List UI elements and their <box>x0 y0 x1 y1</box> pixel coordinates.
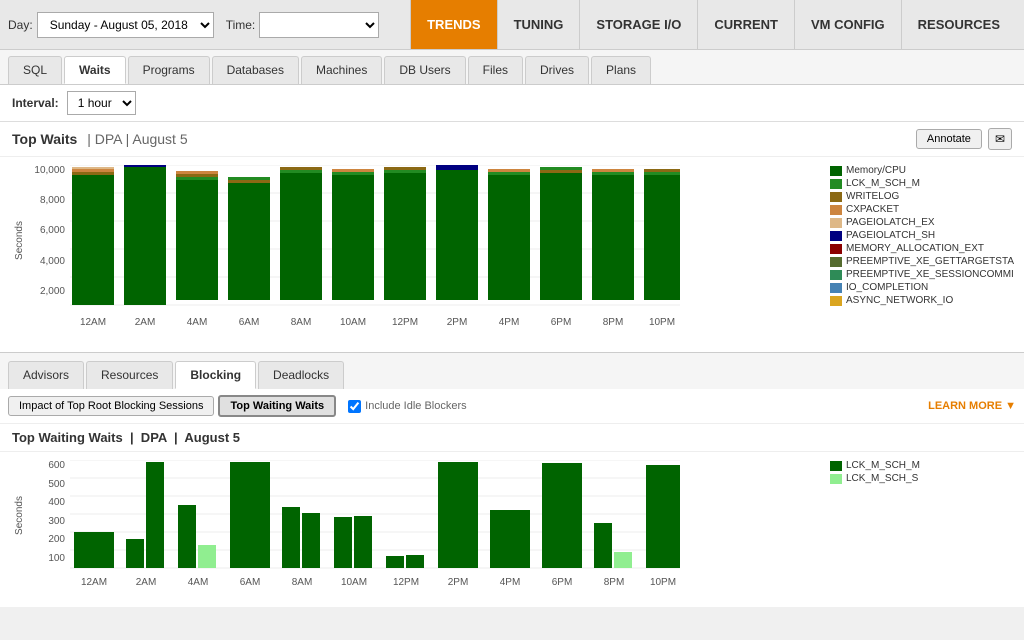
bottom-chart-bars: 12AM 2AM 4AM 6AM 8AM 10AM 12PM 2PM 4PM 6… <box>70 460 822 608</box>
tab-resources[interactable]: Resources <box>86 361 173 389</box>
top-chart-header: Top Waits | DPA | August 5 Annotate ✉ <box>0 122 1024 157</box>
interval-select[interactable]: 1 hour <box>67 91 136 115</box>
bottom-chart-svg: 12AM 2AM 4AM 6AM 8AM 10AM 12PM 2PM 4PM 6… <box>70 460 680 605</box>
svg-text:6AM: 6AM <box>239 317 260 328</box>
subtab-databases[interactable]: Databases <box>212 56 299 84</box>
bottom-chart-title: Top Waiting Waits | DPA | August 5 <box>12 430 240 445</box>
bottom-legend-lck-m-sch-m: LCK_M_SCH_M <box>830 460 1012 471</box>
svg-text:8AM: 8AM <box>291 317 312 328</box>
legend-item-pageiolatch-ex: PAGEIOLATCH_EX <box>830 217 1012 228</box>
subtab-waits[interactable]: Waits <box>64 56 126 84</box>
tab-deadlocks[interactable]: Deadlocks <box>258 361 344 389</box>
svg-text:8AM: 8AM <box>292 577 313 588</box>
svg-text:10PM: 10PM <box>650 577 676 588</box>
subtab-files[interactable]: Files <box>468 56 523 84</box>
legend-item-preemptive-xe-get: PREEMPTIVE_XE_GETTARGETSTA <box>830 256 1012 267</box>
svg-text:12AM: 12AM <box>81 577 107 588</box>
bottom-y-axis-ticks: 600 500 400 300 200 100 <box>30 460 68 571</box>
subtab-sql[interactable]: SQL <box>8 56 62 84</box>
legend-item-writelog: WRITELOG <box>830 191 1012 202</box>
top-chart-bars: 12AM 2AM 4AM 6AM 8AM 10AM 12PM 2PM 4PM 6… <box>70 165 822 338</box>
svg-text:10AM: 10AM <box>341 577 367 588</box>
email-button[interactable]: ✉ <box>988 128 1012 150</box>
top-chart-title: Top Waits | DPA | August 5 <box>12 131 194 147</box>
bottom-chart-area: Seconds 600 500 400 300 200 100 <box>12 460 822 599</box>
legend-item-memory-alloc: MEMORY_ALLOCATION_EXT <box>830 243 1012 254</box>
bottom-legend-lck-m-sch-s: LCK_M_SCH_S <box>830 473 1012 484</box>
svg-text:12PM: 12PM <box>392 317 418 328</box>
sub-tabs-bar: SQL Waits Programs Databases Machines DB… <box>0 50 1024 85</box>
svg-text:6PM: 6PM <box>551 317 572 328</box>
top-chart-svg: 12AM 2AM 4AM 6AM 8AM 10AM 12PM 2PM 4PM 6… <box>70 165 680 335</box>
subtab-db-users[interactable]: DB Users <box>384 56 465 84</box>
legend-item-memory-cpu: Memory/CPU <box>830 165 1012 176</box>
include-idle-checkbox-row: Include Idle Blockers <box>348 400 467 413</box>
svg-text:10AM: 10AM <box>340 317 366 328</box>
svg-text:4PM: 4PM <box>500 577 521 588</box>
top-navigation: Day: Sunday - August 05, 2018 Time: TREN… <box>0 0 1024 50</box>
svg-text:12AM: 12AM <box>80 317 106 328</box>
tab-tuning[interactable]: TUNING <box>497 0 580 49</box>
interval-row: Interval: 1 hour <box>0 85 1024 122</box>
svg-text:8PM: 8PM <box>604 577 625 588</box>
tab-trends[interactable]: TRENDS <box>410 0 496 49</box>
main-content: Interval: 1 hour Top Waits | DPA | Augus… <box>0 85 1024 607</box>
subtab-drives[interactable]: Drives <box>525 56 589 84</box>
top-chart-legend: Memory/CPU LCK_M_SCH_M WRITELOG CXPACKET… <box>822 165 1012 344</box>
annotate-button[interactable]: Annotate <box>916 129 982 149</box>
svg-text:6AM: 6AM <box>240 577 261 588</box>
tab-resources[interactable]: RESOURCES <box>901 0 1016 49</box>
bottom-y-axis-label: Seconds <box>14 496 25 535</box>
svg-text:10PM: 10PM <box>649 317 675 328</box>
legend-item-preemptive-xe-sess: PREEMPTIVE_XE_SESSIONCOMMI <box>830 269 1012 280</box>
svg-text:2AM: 2AM <box>136 577 157 588</box>
svg-text:6PM: 6PM <box>552 577 573 588</box>
legend-item-cxpacket: CXPACKET <box>830 204 1012 215</box>
subtab-plans[interactable]: Plans <box>591 56 651 84</box>
top-waiting-waits-button[interactable]: Top Waiting Waits <box>218 395 336 417</box>
subtab-programs[interactable]: Programs <box>128 56 210 84</box>
tab-blocking[interactable]: Blocking <box>175 361 256 389</box>
day-select[interactable]: Sunday - August 05, 2018 <box>37 12 214 38</box>
svg-text:4PM: 4PM <box>499 317 520 328</box>
include-idle-checkbox[interactable] <box>348 400 361 413</box>
tab-current[interactable]: CURRENT <box>697 0 794 49</box>
legend-item-io-completion: IO_COMPLETION <box>830 282 1012 293</box>
tab-advisors[interactable]: Advisors <box>8 361 84 389</box>
blocking-sub-header: Impact of Top Root Blocking Sessions Top… <box>0 389 1024 424</box>
tab-storage-io[interactable]: STORAGE I/O <box>579 0 697 49</box>
bottom-chart-legend: LCK_M_SCH_M LCK_M_SCH_S <box>822 460 1012 599</box>
legend-item-lck-m-sch-m: LCK_M_SCH_M <box>830 178 1012 189</box>
interval-label: Interval: <box>12 96 59 110</box>
bottom-chart-container: Seconds 600 500 400 300 200 100 <box>0 452 1024 607</box>
svg-text:2PM: 2PM <box>447 317 468 328</box>
svg-text:12PM: 12PM <box>393 577 419 588</box>
legend-item-pageiolatch-sh: PAGEIOLATCH_SH <box>830 230 1012 241</box>
bottom-tabs-bar: Advisors Resources Blocking Deadlocks <box>0 352 1024 389</box>
svg-text:8PM: 8PM <box>603 317 624 328</box>
tab-vm-config[interactable]: VM CONFIG <box>794 0 901 49</box>
main-nav-tabs: TRENDS TUNING STORAGE I/O CURRENT VM CON… <box>410 0 1016 49</box>
learn-more-button[interactable]: LEARN MORE ▼ <box>928 400 1016 412</box>
svg-text:4AM: 4AM <box>188 577 209 588</box>
legend-item-async-network: ASYNC_NETWORK_IO <box>830 295 1012 306</box>
include-idle-label: Include Idle Blockers <box>365 400 467 412</box>
svg-text:2AM: 2AM <box>135 317 156 328</box>
time-select[interactable] <box>259 12 379 38</box>
day-label: Day: <box>8 18 33 32</box>
svg-text:4AM: 4AM <box>187 317 208 328</box>
bottom-chart-header: Top Waiting Waits | DPA | August 5 <box>0 424 1024 452</box>
subtab-machines[interactable]: Machines <box>301 56 382 84</box>
impact-top-root-button[interactable]: Impact of Top Root Blocking Sessions <box>8 396 214 416</box>
time-label: Time: <box>226 18 256 32</box>
top-chart-area: Seconds 10,000 8,000 6,000 4,000 2,000 <box>12 165 822 344</box>
y-axis-ticks: 10,000 8,000 6,000 4,000 2,000 <box>30 165 68 316</box>
svg-text:2PM: 2PM <box>448 577 469 588</box>
top-chart-container: Seconds 10,000 8,000 6,000 4,000 2,000 <box>0 157 1024 352</box>
y-axis-label: Seconds <box>14 221 25 260</box>
